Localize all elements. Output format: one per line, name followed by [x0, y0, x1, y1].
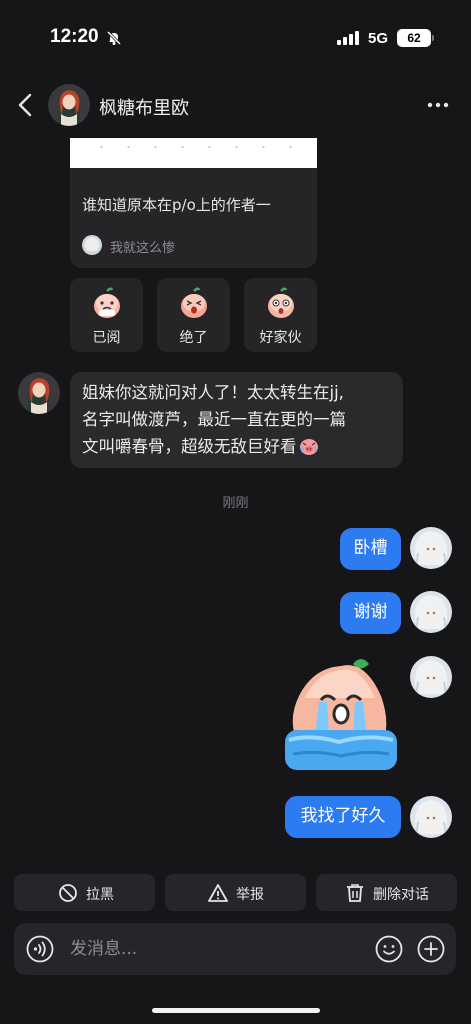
my-avatar[interactable] — [410, 591, 452, 633]
contact-name: 枫糖布里欧 — [99, 98, 189, 119]
message-line-last: 文叫嚼春骨，超级无敌巨好看 — [82, 433, 391, 460]
signal-icon — [337, 31, 359, 45]
block-icon — [59, 884, 77, 902]
sender-avatar[interactable] — [18, 372, 60, 414]
battery-tip — [432, 35, 434, 41]
block-label: 拉黑 — [86, 887, 114, 903]
quote-author-avatar — [82, 235, 102, 255]
incoming-message-bubble[interactable]: 姐妹你这就问对人了！太太转生在jj, 名字叫做渡芦，最近一直在更的一篇 文叫嚼春… — [70, 372, 403, 468]
home-indicator — [152, 1008, 320, 1013]
more-options-icon[interactable] — [427, 102, 449, 108]
emoji-icon[interactable] — [375, 935, 403, 963]
crying-pig-emoji-icon — [299, 439, 318, 455]
back-arrow-icon[interactable] — [16, 92, 36, 118]
report-label: 举报 — [236, 887, 264, 903]
quoted-post-image — [70, 138, 317, 168]
reaction-label: 绝了 — [179, 330, 208, 346]
delete-label: 删除对话 — [373, 887, 429, 903]
reaction-shock-button[interactable]: 好家伙 — [244, 278, 317, 352]
message-line-text: 文叫嚼春骨，超级无敌巨好看 — [82, 437, 297, 456]
status-bar: 12:20 5G 62 — [0, 0, 471, 70]
trash-icon — [347, 884, 363, 902]
report-button[interactable]: 举报 — [165, 874, 306, 911]
peach-shock-emoji-icon — [268, 287, 294, 318]
peach-read-emoji-icon — [94, 287, 120, 318]
message-input-bar — [14, 923, 456, 975]
my-avatar[interactable] — [410, 656, 452, 698]
warning-icon — [208, 884, 228, 902]
bell-off-icon — [106, 30, 122, 46]
chat-header: 枫糖布里欧 — [0, 76, 471, 136]
message-input[interactable] — [70, 935, 360, 963]
crying-peach-sticker-icon[interactable] — [281, 656, 399, 772]
message-line: 姐妹你这就问对人了！太太转生在jj, — [82, 383, 344, 402]
outgoing-message-bubble[interactable]: 谢谢 — [340, 592, 401, 634]
my-avatar[interactable] — [410, 796, 452, 838]
quoted-post-card[interactable]: 谁知道原本在p/o上的作者一 我就这么惨 — [70, 138, 317, 268]
reaction-label: 好家伙 — [259, 330, 302, 346]
delete-conversation-button[interactable]: 删除对话 — [316, 874, 457, 911]
peach-wow-emoji-icon — [181, 287, 207, 318]
block-button[interactable]: 拉黑 — [14, 874, 155, 911]
plus-icon[interactable] — [417, 935, 445, 963]
message-line: 名字叫做渡芦，最近一直在更的一篇 — [82, 410, 346, 429]
my-avatar[interactable] — [410, 527, 452, 569]
network-label: 5G — [368, 30, 389, 47]
reaction-label: 已阅 — [92, 330, 121, 346]
outgoing-message-bubble[interactable]: 卧槽 — [340, 528, 401, 570]
contact-avatar[interactable] — [48, 84, 90, 126]
message-timestamp: 刚刚 — [222, 496, 249, 511]
quote-author-name: 我就这么惨 — [110, 241, 176, 256]
battery-icon: 62 — [397, 29, 431, 47]
reaction-read-button[interactable]: 已阅 — [70, 278, 143, 352]
voice-input-icon[interactable] — [26, 935, 54, 963]
reaction-wow-button[interactable]: 绝了 — [157, 278, 230, 352]
status-time: 12:20 — [50, 26, 99, 47]
outgoing-message-bubble[interactable]: 我找了好久 — [285, 796, 401, 838]
quoted-post-text: 谁知道原本在p/o上的作者一 — [82, 196, 271, 214]
